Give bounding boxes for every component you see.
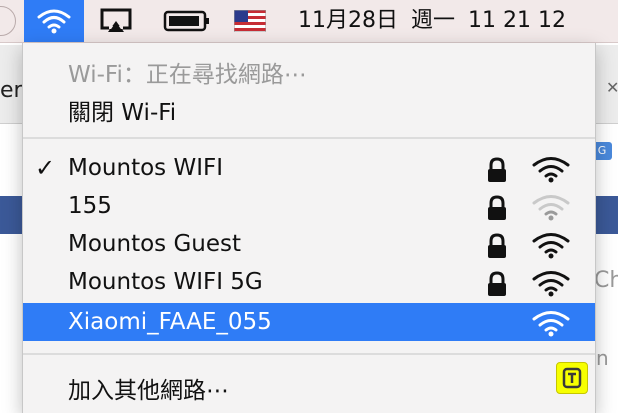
lock-icon [488,195,506,220]
network-item-mountos-guest[interactable]: Mountos Guest [23,225,595,263]
badge-glyph-icon [562,367,582,389]
page-text-fragment: Ch [594,268,618,293]
browser-tab-text: er [0,78,23,103]
join-other-network-item[interactable]: 加入其他網路⋯ [23,365,595,404]
wifi-signal-icon [532,157,570,183]
wifi-icon [37,9,71,34]
menu-divider [23,353,595,355]
lock-icon [488,271,506,296]
wifi-signal-icon [532,311,570,337]
menu-divider [23,137,595,139]
lock-icon [488,157,506,182]
input-source-menu-extra[interactable] [230,0,270,42]
join-other-network-label: 加入其他網路⋯ [68,378,229,404]
app-badge-icon[interactable] [556,362,588,394]
menubar-clock[interactable]: 11月28日 週一 11 21 12 [298,0,572,42]
wifi-dropdown-menu: Wi-Fi：正在尋找網路⋯ 關閉 Wi-Fi ✓ Mountos WIFI 15… [22,43,596,413]
clock-weekday: 週一 [411,8,456,33]
network-item-155[interactable]: 155 [23,187,595,225]
wifi-status-item: Wi-Fi：正在尋找網路⋯ [23,49,595,88]
battery-icon [163,10,209,32]
us-flag-icon [234,10,266,32]
network-name: Mountos Guest [68,231,242,257]
airplay-menu-extra[interactable] [96,0,136,42]
clock-time: 11 21 12 [468,8,566,33]
network-name: 155 [68,193,112,219]
wifi-status-label: Wi-Fi：正在尋找網路⋯ [68,62,307,88]
page-text-fragment: n [596,346,609,370]
status-circle-icon[interactable] [0,6,16,36]
network-name: Mountos WIFI [68,155,223,181]
network-item-mountos-wifi-5g[interactable]: Mountos WIFI 5G [23,263,595,301]
tab-close-icon[interactable]: ✕ [606,78,618,97]
turn-off-wifi-label: 關閉 Wi-Fi [68,100,177,126]
wifi-signal-icon [532,195,570,221]
checkmark-icon: ✓ [35,154,56,182]
wifi-menu-extra[interactable] [24,0,84,42]
network-item-xiaomi-faae-055[interactable]: Xiaomi_FAAE_055 [23,303,595,341]
clock-date: 11月28日 [298,8,398,33]
airplay-icon [100,8,132,32]
wifi-signal-icon [532,233,570,259]
network-name: Xiaomi_FAAE_055 [68,309,272,335]
network-name: Mountos WIFI 5G [68,269,263,295]
battery-menu-extra[interactable] [160,0,214,42]
wifi-signal-icon [532,271,570,297]
turn-off-wifi-item[interactable]: 關閉 Wi-Fi [23,87,595,126]
menu-bar: 11月28日 週一 11 21 12 [0,0,618,43]
lock-icon [488,233,506,258]
network-item-mountos-wifi[interactable]: ✓ Mountos WIFI [23,149,595,187]
